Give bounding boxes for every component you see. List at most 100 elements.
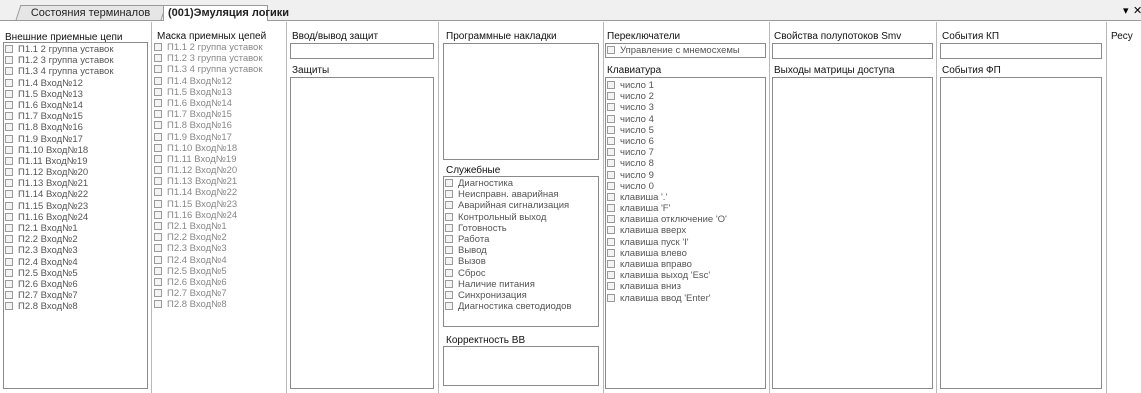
- external-input-item[interactable]: П1.4 Вход№12: [4, 78, 147, 89]
- checkbox[interactable]: [5, 235, 13, 244]
- checkbox[interactable]: [5, 257, 13, 266]
- checkbox[interactable]: [607, 226, 615, 235]
- checkbox[interactable]: [154, 87, 162, 96]
- checkbox[interactable]: [607, 215, 615, 224]
- keyboard-item[interactable]: число 0: [606, 181, 765, 192]
- checkbox[interactable]: [607, 103, 615, 112]
- checkbox[interactable]: [5, 45, 13, 53]
- checkbox[interactable]: [607, 204, 615, 213]
- checkbox[interactable]: [154, 289, 162, 298]
- checkbox[interactable]: [154, 54, 162, 63]
- checkbox[interactable]: [607, 114, 615, 123]
- checkbox[interactable]: [5, 78, 13, 87]
- keyboard-item[interactable]: клавиша 'F': [606, 203, 765, 214]
- service-item[interactable]: Сброс: [444, 268, 598, 279]
- checkbox[interactable]: [5, 246, 13, 255]
- input-mask-list[interactable]: П1.1 2 группа уставок П1.2 3 группа устав…: [153, 42, 284, 389]
- keyboard-item[interactable]: число 8: [606, 158, 765, 169]
- service-item[interactable]: Вызов: [444, 256, 598, 267]
- checkbox[interactable]: [445, 212, 453, 221]
- checkbox[interactable]: [607, 81, 615, 89]
- keyboard-item[interactable]: клавиша отключение 'O': [606, 214, 765, 225]
- checkbox[interactable]: [5, 123, 13, 132]
- service-item[interactable]: Работа: [444, 234, 598, 245]
- checkbox[interactable]: [5, 201, 13, 210]
- switch-item-mnemonic-control[interactable]: Управление с мнемосхемы: [606, 45, 765, 56]
- tab-dropdown-icon[interactable]: ▾: [1123, 4, 1129, 17]
- checkbox[interactable]: [607, 46, 615, 54]
- external-input-item[interactable]: П2.1 Вход№1: [4, 223, 147, 234]
- external-input-item[interactable]: П2.7 Вход№7: [4, 290, 147, 301]
- keyboard-item[interactable]: число 6: [606, 136, 765, 147]
- checkbox[interactable]: [154, 154, 162, 163]
- keyboard-item[interactable]: число 2: [606, 91, 765, 102]
- tab-close-icon[interactable]: ✕: [1133, 4, 1141, 17]
- external-input-item[interactable]: П2.5 Вход№5: [4, 268, 147, 279]
- checkbox[interactable]: [5, 89, 13, 98]
- checkbox[interactable]: [5, 224, 13, 232]
- checkbox[interactable]: [607, 170, 615, 179]
- checkbox[interactable]: [445, 268, 453, 277]
- checkbox[interactable]: [607, 125, 615, 134]
- service-item[interactable]: Готовность: [444, 223, 598, 234]
- service-item[interactable]: Диагностика светодиодов: [444, 301, 598, 312]
- input-mask-item[interactable]: П1.3 4 группа уставок: [153, 64, 284, 75]
- input-mask-item[interactable]: П1.15 Вход№23: [153, 199, 284, 210]
- checkbox[interactable]: [5, 156, 13, 165]
- checkbox[interactable]: [607, 92, 615, 101]
- external-input-item[interactable]: П1.14 Вход№22: [4, 189, 147, 200]
- checkbox[interactable]: [5, 134, 13, 143]
- protections-io-input[interactable]: [290, 43, 434, 59]
- keyboard-item[interactable]: число 7: [606, 147, 765, 158]
- bb-correctness-list[interactable]: [443, 346, 599, 386]
- keyboard-item[interactable]: клавиша пуск 'I': [606, 237, 765, 248]
- checkbox[interactable]: [5, 145, 13, 154]
- input-mask-item[interactable]: П2.7 Вход№7: [153, 288, 284, 299]
- checkbox[interactable]: [154, 65, 162, 74]
- checkbox[interactable]: [607, 159, 615, 168]
- keyboard-item[interactable]: число 4: [606, 114, 765, 125]
- checkbox[interactable]: [154, 188, 162, 197]
- checkbox[interactable]: [154, 177, 162, 186]
- keyboard-item[interactable]: число 5: [606, 125, 765, 136]
- input-mask-item[interactable]: П2.5 Вход№5: [153, 266, 284, 277]
- checkbox[interactable]: [607, 282, 615, 291]
- checkbox[interactable]: [607, 260, 615, 268]
- keyboard-item[interactable]: клавиша вниз: [606, 281, 765, 292]
- external-input-item[interactable]: П1.16 Вход№24: [4, 212, 147, 223]
- external-input-item[interactable]: П1.13 Вход№21: [4, 178, 147, 189]
- input-mask-item[interactable]: П1.13 Вход№21: [153, 176, 284, 187]
- input-mask-item[interactable]: П2.8 Вход№8: [153, 299, 284, 310]
- external-input-item[interactable]: П2.8 Вход№8: [4, 301, 147, 312]
- tab-logic-emulation[interactable]: (001)Эмуляция логики: [163, 5, 289, 21]
- checkbox[interactable]: [154, 166, 162, 175]
- checkbox[interactable]: [607, 248, 615, 257]
- external-input-item[interactable]: П1.3 4 группа уставок: [4, 66, 147, 77]
- external-inputs-list[interactable]: П1.1 2 группа уставок П1.2 3 группа устав…: [3, 42, 148, 389]
- checkbox[interactable]: [5, 291, 13, 300]
- external-input-item[interactable]: П1.2 3 группа уставок: [4, 55, 147, 66]
- checkbox[interactable]: [154, 255, 162, 264]
- input-mask-item[interactable]: П1.12 Вход№20: [153, 165, 284, 176]
- checkbox[interactable]: [445, 190, 453, 199]
- checkbox[interactable]: [445, 302, 453, 311]
- checkbox[interactable]: [5, 212, 13, 221]
- input-mask-item[interactable]: П1.1 2 группа уставок: [153, 42, 284, 53]
- input-mask-item[interactable]: П1.10 Вход№18: [153, 143, 284, 154]
- external-input-item[interactable]: П1.15 Вход№23: [4, 201, 147, 212]
- protections-list[interactable]: [290, 77, 434, 389]
- external-input-item[interactable]: П2.3 Вход№3: [4, 245, 147, 256]
- checkbox[interactable]: [154, 233, 162, 242]
- checkbox[interactable]: [154, 143, 162, 152]
- checkbox[interactable]: [5, 279, 13, 288]
- service-item[interactable]: Наличие питания: [444, 279, 598, 290]
- service-item[interactable]: Неисправн. аварийная: [444, 189, 598, 200]
- checkbox[interactable]: [445, 179, 453, 187]
- external-input-item[interactable]: П1.8 Вход№16: [4, 122, 147, 133]
- checkbox[interactable]: [154, 76, 162, 85]
- external-input-item[interactable]: П2.2 Вход№2: [4, 234, 147, 245]
- checkbox[interactable]: [154, 300, 162, 309]
- checkbox[interactable]: [154, 132, 162, 141]
- checkbox[interactable]: [154, 110, 162, 119]
- checkbox[interactable]: [445, 234, 453, 243]
